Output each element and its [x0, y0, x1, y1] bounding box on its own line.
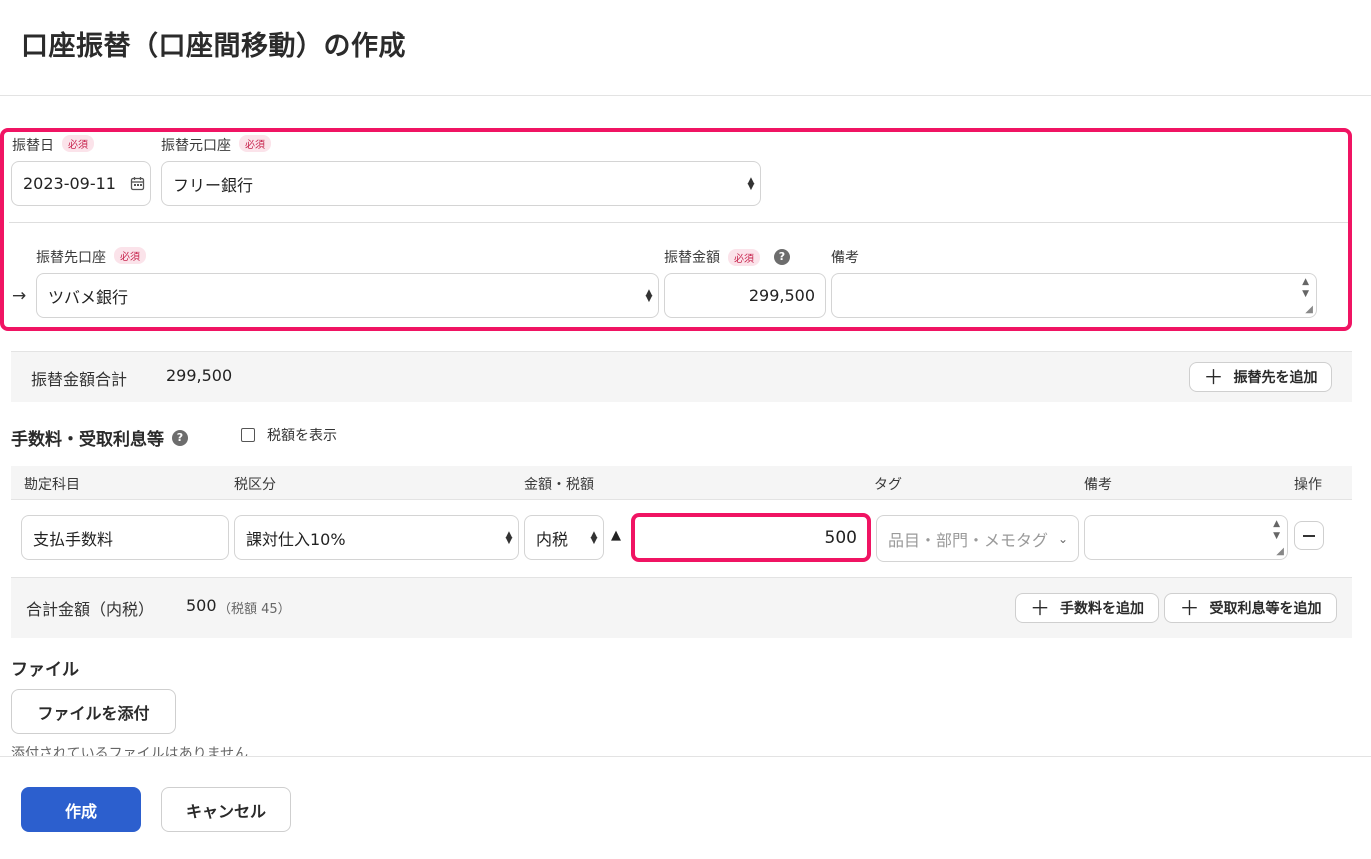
show-tax-checkbox[interactable] — [241, 428, 255, 442]
fee-tax-mode-select[interactable]: 内税 ▲ ▼ — [524, 515, 604, 560]
create-button[interactable]: 作成 — [21, 787, 141, 832]
column-header-amount: 金額・税額 — [524, 477, 594, 493]
add-interest-label: 受取利息等を追加 — [1209, 601, 1322, 617]
transfer-total-value: 299,500 — [166, 366, 233, 385]
transfer-total-label: 振替金額合計 — [31, 370, 128, 389]
column-header-account: 勘定科目 — [24, 477, 80, 493]
plus-icon: ＋ — [1030, 596, 1050, 620]
fee-tax-mode-value: 内税 — [536, 529, 569, 549]
fee-tag-placeholder: 品目・部門・メモタグ — [888, 530, 1049, 550]
show-tax-label: 税額を表示 — [267, 428, 337, 444]
fee-tax-category-value: 課対仕入10% — [246, 529, 346, 549]
files-section-title: ファイル — [11, 660, 79, 680]
plus-icon: ＋ — [1203, 365, 1224, 389]
fees-section-title: 手数料・受取利息等 — [11, 430, 164, 450]
cancel-button[interactable]: キャンセル — [161, 787, 291, 832]
fees-table-header — [11, 466, 1352, 500]
chevron-down-icon: ⌄ — [1058, 531, 1069, 546]
add-fee-button[interactable]: ＋ 手数料を追加 — [1015, 593, 1159, 623]
files-empty-clip: 添付されているファイルはありません — [11, 744, 311, 756]
plus-icon: ＋ — [1179, 596, 1200, 620]
show-tax-toggle[interactable]: 税額を表示 — [241, 425, 337, 445]
add-interest-button[interactable]: ＋ 受取利息等を追加 — [1164, 593, 1337, 623]
fees-total-label: 合計金額（内税） — [26, 600, 155, 619]
minus-icon — [1303, 534, 1315, 537]
highlight-box-transfer — [0, 128, 1352, 331]
fee-tag-select[interactable]: 品目・部門・メモタグ ⌄ — [876, 515, 1079, 562]
fee-amount-input[interactable]: 500 — [631, 513, 871, 562]
fees-section-header: 手数料・受取利息等 ? — [11, 425, 188, 450]
column-header-actions: 操作 — [1294, 477, 1322, 493]
help-icon[interactable]: ? — [172, 429, 188, 446]
attach-file-label: ファイルを添付 — [37, 703, 150, 723]
files-empty-message: 添付されているファイルはありません — [11, 746, 249, 756]
select-arrows-icon: ▲ ▼ — [505, 529, 513, 546]
add-destination-label: 振替先を追加 — [1233, 370, 1318, 386]
fee-amount-value: 500 — [824, 527, 857, 548]
fee-account-value: 支払手数料 — [33, 529, 114, 549]
fee-memo-textarea[interactable]: ▲ ▼ ◢ — [1084, 515, 1288, 560]
fee-tax-category-select[interactable]: 課対仕入10% ▲ ▼ — [234, 515, 519, 560]
fees-total-value: 500 — [186, 596, 217, 615]
fees-tax-note: （税額 45） — [218, 602, 291, 617]
attach-file-button[interactable]: ファイルを添付 — [11, 689, 176, 734]
column-header-tax-category: 税区分 — [234, 477, 276, 493]
remove-row-button[interactable] — [1294, 521, 1324, 550]
page-title: 口座振替（口座間移動）の作成 — [21, 31, 406, 62]
fee-account-input[interactable]: 支払手数料 — [21, 515, 229, 560]
column-header-memo: 備考 — [1084, 477, 1112, 493]
resize-handle-icon[interactable]: ◢ — [1276, 546, 1284, 557]
select-arrows-icon: ▲ ▼ — [590, 529, 598, 546]
column-header-tag: タグ — [874, 477, 902, 493]
textarea-scroll-icon[interactable]: ▲ ▼ — [1273, 518, 1280, 542]
add-fee-label: 手数料を追加 — [1060, 601, 1144, 617]
triangle-up-icon: ▲ — [611, 528, 621, 543]
title-divider — [0, 95, 1371, 96]
add-destination-button[interactable]: ＋ 振替先を追加 — [1189, 362, 1332, 392]
